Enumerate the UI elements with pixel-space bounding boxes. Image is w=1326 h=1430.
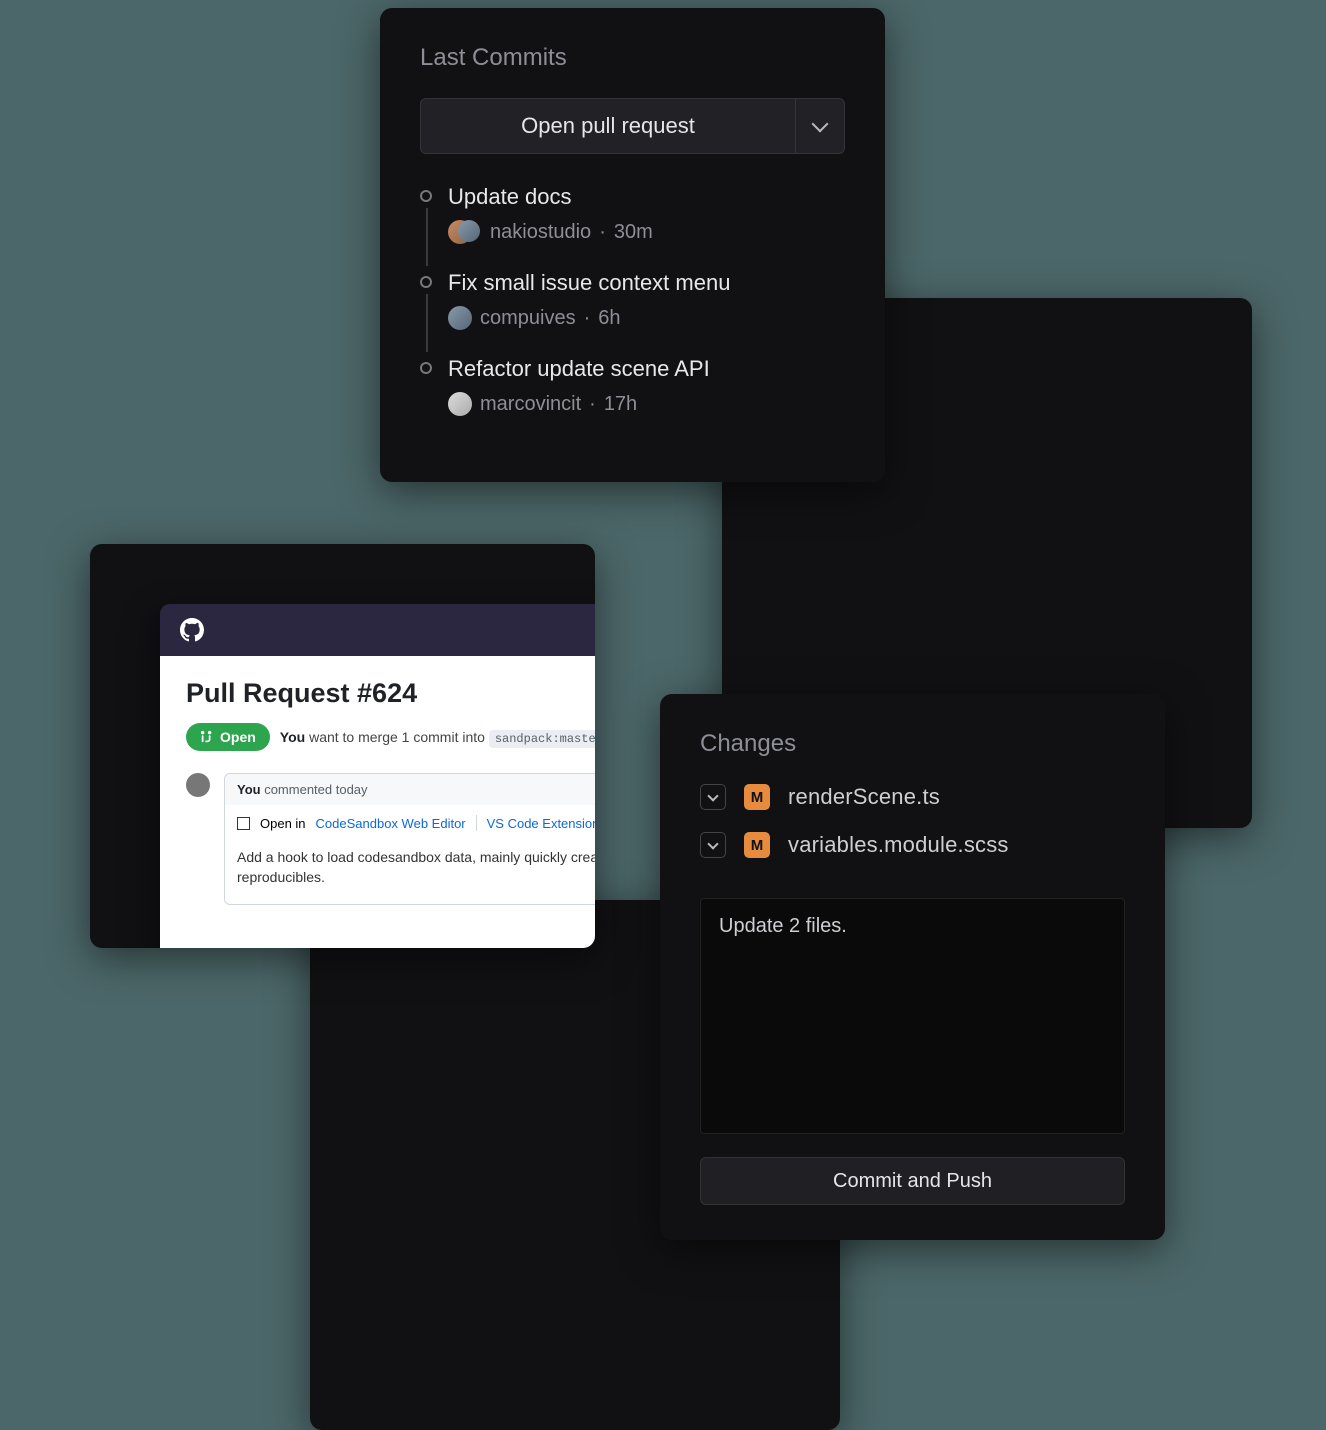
commit-title: Update docs	[448, 184, 845, 210]
open-pr-dropdown[interactable]	[795, 98, 845, 154]
file-name: renderScene.ts	[788, 784, 940, 810]
modified-badge: M	[744, 784, 770, 810]
github-icon	[180, 618, 204, 642]
github-header	[160, 604, 595, 656]
open-pr-button[interactable]: Open pull request	[420, 98, 795, 154]
open-in-vscode-link[interactable]: VS Code Extension	[487, 816, 595, 831]
pr-branch: sandpack:master	[489, 730, 595, 748]
pr-comment: You commented today Open in CodeSandbox …	[186, 773, 595, 905]
pr-merge-text: want to merge 1 commit into	[305, 729, 489, 745]
commit-author: nakiostudio	[490, 221, 591, 244]
commit-dot-icon	[420, 190, 432, 202]
commit-item[interactable]: Refactor update scene API marcovincit · …	[448, 356, 845, 416]
github-window: Pull Request #624 Open You want to merge…	[160, 604, 595, 948]
last-commits-title: Last Commits	[420, 44, 845, 72]
changes-panel: Changes M renderScene.ts M variables.mod…	[660, 694, 1165, 1240]
commit-meta: compuives · 6h	[448, 306, 845, 330]
commit-connector	[426, 208, 428, 266]
file-name: variables.module.scss	[788, 832, 1009, 858]
commit-dot-icon	[420, 362, 432, 374]
last-commits-panel: Last Commits Open pull request Update do…	[380, 8, 885, 482]
commit-author: compuives	[480, 307, 576, 330]
commit-message-input[interactable]	[700, 898, 1125, 1134]
file-checkbox[interactable]	[700, 784, 726, 810]
comment-author: You	[237, 782, 261, 797]
commit-time: 17h	[604, 393, 637, 416]
change-row[interactable]: M renderScene.ts	[700, 784, 1125, 810]
commit-author: marcovincit	[480, 393, 581, 416]
open-in-web-link[interactable]: CodeSandbox Web Editor	[316, 816, 466, 831]
open-in-label: Open in	[260, 816, 306, 831]
check-icon	[707, 838, 718, 849]
pr-status-badge: Open	[186, 723, 270, 751]
comment-header: You commented today	[225, 774, 595, 805]
commit-title: Refactor update scene API	[448, 356, 845, 382]
comment-time: commented today	[261, 782, 368, 797]
file-checkbox[interactable]	[700, 832, 726, 858]
chevron-down-icon	[812, 116, 829, 133]
pr-status-row: Open You want to merge 1 commit into san…	[186, 723, 595, 751]
commit-meta: nakiostudio · 30m	[448, 220, 845, 244]
commit-list: Update docs nakiostudio · 30m Fix small …	[420, 184, 845, 416]
divider	[476, 815, 477, 831]
modified-badge: M	[744, 832, 770, 858]
commit-push-label: Commit and Push	[833, 1170, 992, 1192]
pr-status-label: Open	[220, 729, 256, 745]
open-pr-button-group: Open pull request	[420, 98, 845, 154]
open-pr-button-label: Open pull request	[521, 113, 695, 139]
check-icon	[707, 790, 718, 801]
comment-box: You commented today Open in CodeSandbox …	[224, 773, 595, 905]
commit-push-button[interactable]: Commit and Push	[700, 1157, 1125, 1205]
change-row[interactable]: M variables.module.scss	[700, 832, 1125, 858]
commit-title: Fix small issue context menu	[448, 270, 845, 296]
commit-item[interactable]: Fix small issue context menu compuives ·…	[448, 270, 845, 330]
git-pr-icon	[200, 730, 214, 744]
avatar-icon	[186, 773, 210, 797]
commit-time: 6h	[598, 307, 620, 330]
commit-time: 30m	[614, 221, 653, 244]
pull-request-panel: Pull Request #624 Open You want to merge…	[90, 544, 595, 948]
open-in-row: Open in CodeSandbox Web Editor VS Code E…	[225, 805, 595, 841]
pr-heading: Pull Request #624	[186, 678, 595, 709]
commit-connector	[426, 294, 428, 352]
commit-dot-icon	[420, 276, 432, 288]
avatar-icon	[448, 392, 472, 416]
commit-item[interactable]: Update docs nakiostudio · 30m	[448, 184, 845, 244]
commit-meta: marcovincit · 17h	[448, 392, 845, 416]
avatar-icon	[448, 306, 472, 330]
github-body: Pull Request #624 Open You want to merge…	[160, 656, 595, 948]
checkbox-icon[interactable]	[237, 817, 250, 830]
avatar-icon	[458, 220, 480, 242]
changes-title: Changes	[700, 730, 1125, 758]
comment-body: Add a hook to load codesandbox data, mai…	[225, 841, 595, 904]
pr-you: You	[280, 729, 305, 745]
